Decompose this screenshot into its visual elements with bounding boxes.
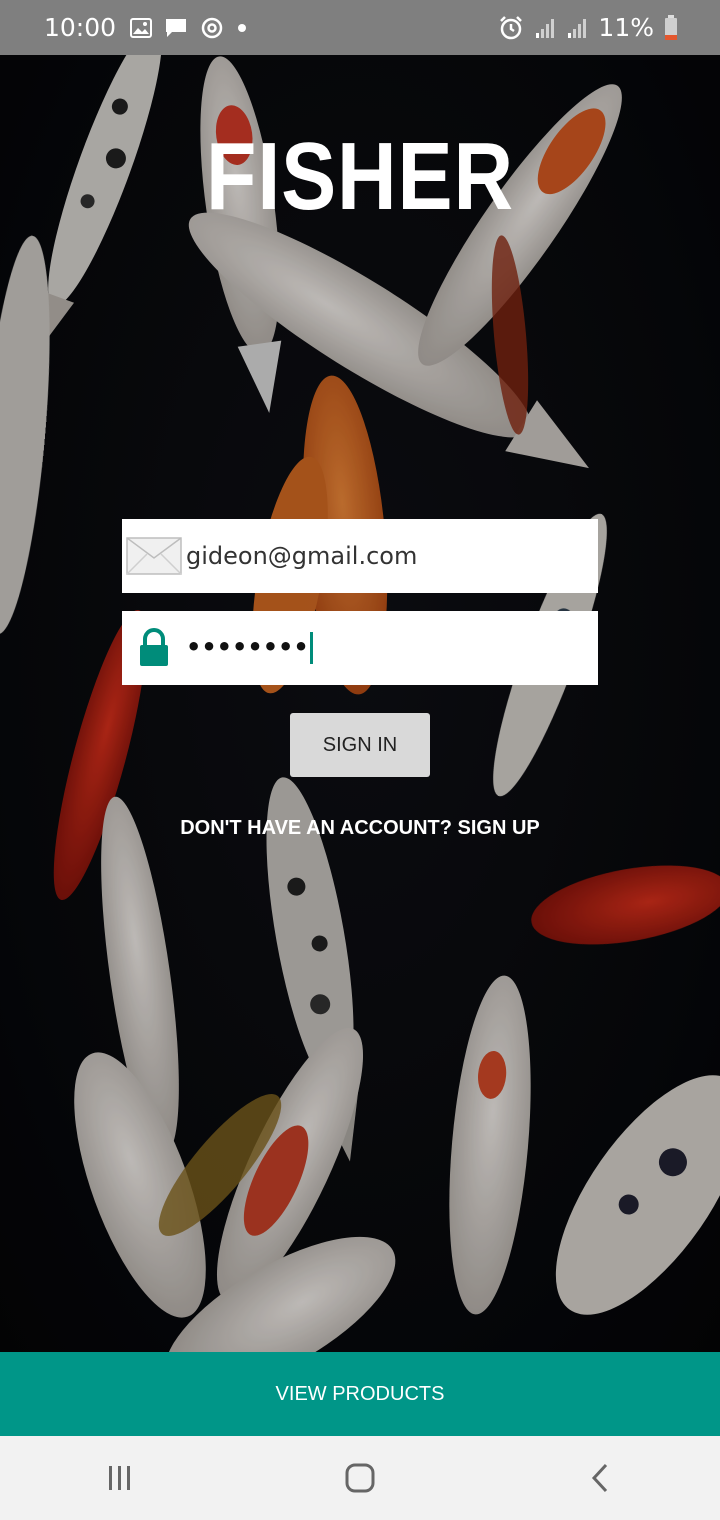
view-products-button[interactable]: VIEW PRODUCTS [0, 1352, 720, 1436]
login-screen: 10:00 11% FISHER gideon@gmail.com ••••••… [0, 0, 720, 1520]
back-icon[interactable] [550, 1436, 650, 1520]
sign-up-link[interactable]: DON'T HAVE AN ACCOUNT? SIGN UP [0, 817, 720, 840]
recent-apps-icon[interactable] [70, 1436, 170, 1520]
sign-in-button[interactable]: SIGN IN [290, 713, 430, 777]
sync-icon [200, 16, 224, 40]
signal-icon [534, 17, 556, 39]
status-time: 10:00 [44, 13, 117, 42]
email-field[interactable]: gideon@gmail.com [122, 519, 598, 593]
password-dots: •••••••• [186, 633, 309, 661]
signal-icon [566, 17, 588, 39]
text-cursor [309, 632, 313, 664]
password-field[interactable]: •••••••• [122, 611, 598, 685]
alarm-icon [498, 15, 524, 41]
system-nav-bar [0, 1436, 720, 1520]
koi-background-image [0, 55, 720, 1352]
app-title: FISHER [206, 123, 514, 230]
dot-icon [236, 22, 248, 34]
envelope-icon [122, 519, 186, 593]
email-input[interactable]: gideon@gmail.com [186, 542, 417, 570]
battery-icon [664, 14, 678, 41]
password-input[interactable]: •••••••• [186, 632, 313, 664]
battery-percent: 11% [598, 13, 654, 42]
status-bar: 10:00 11% [0, 0, 720, 55]
lock-icon [122, 611, 186, 685]
home-icon[interactable] [310, 1436, 410, 1520]
image-icon [130, 17, 153, 38]
message-icon [164, 17, 188, 39]
